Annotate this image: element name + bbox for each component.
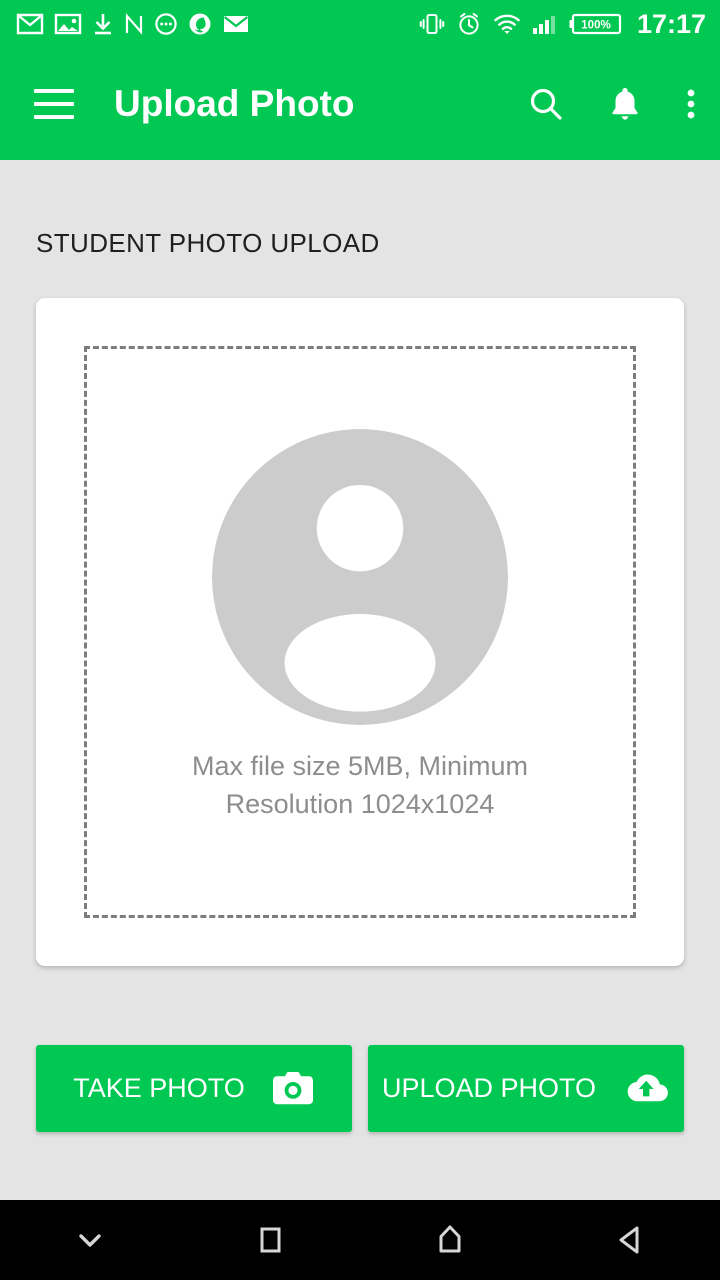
status-bar: 100% 17:17 [0, 0, 720, 48]
email-icon [222, 12, 250, 36]
photo-action-buttons: TAKE PHOTO UPLOAD PHOTO [36, 1045, 684, 1132]
cloud-upload-icon [622, 1071, 670, 1107]
photos-icon [54, 12, 82, 36]
notion-icon [124, 12, 144, 36]
signal-icon [532, 13, 558, 35]
status-bar-left-icons [16, 12, 250, 36]
notifications-icon[interactable] [608, 84, 642, 124]
alarm-icon [456, 11, 482, 37]
recents-icon[interactable] [180, 1200, 360, 1280]
upload-photo-button[interactable]: UPLOAD PHOTO [368, 1045, 684, 1132]
page-title: Upload Photo [114, 83, 355, 124]
main-content: STUDENT PHOTO UPLOAD Max file size 5MB, … [0, 160, 720, 1200]
app-bar: Upload Photo [0, 48, 720, 160]
svg-text:100%: 100% [581, 19, 610, 31]
vibrate-icon [419, 11, 445, 37]
upload-photo-button-label: UPLOAD PHOTO [381, 1073, 597, 1103]
download-icon [92, 12, 114, 36]
upload-hint-text: Max file size 5MB, Minimum Resolution 10… [191, 751, 529, 819]
overflow-menu-icon[interactable] [684, 84, 698, 124]
search-icon[interactable] [526, 84, 566, 124]
status-bar-right-icons: 100% 17:17 [419, 9, 706, 40]
status-bar-clock: 17:17 [636, 8, 706, 39]
take-photo-button[interactable]: TAKE PHOTO [36, 1045, 352, 1132]
wifi-icon [493, 13, 521, 35]
bird-app-icon [188, 12, 212, 36]
home-icon[interactable] [360, 1200, 540, 1280]
hamburger-line [34, 115, 74, 119]
system-navigation-bar [0, 1200, 720, 1280]
chat-bubble-icon [154, 12, 178, 36]
person-avatar-placeholder-icon [212, 429, 508, 730]
battery-icon: 100% [569, 12, 623, 36]
camera-icon [271, 1070, 315, 1108]
take-photo-button-label: TAKE PHOTO [73, 1073, 245, 1103]
section-title: STUDENT PHOTO UPLOAD [36, 228, 380, 258]
hide-keyboard-icon[interactable] [0, 1200, 180, 1280]
photo-dropzone[interactable]: Max file size 5MB, Minimum Resolution 10… [84, 346, 636, 918]
gmail-icon [16, 12, 44, 36]
hamburger-menu-icon[interactable] [34, 89, 74, 119]
hamburger-line [34, 89, 74, 93]
app-bar-actions [526, 84, 698, 124]
hamburger-line [34, 102, 74, 106]
upload-photo-card: Max file size 5MB, Minimum Resolution 10… [36, 298, 684, 966]
back-icon[interactable] [540, 1200, 720, 1280]
